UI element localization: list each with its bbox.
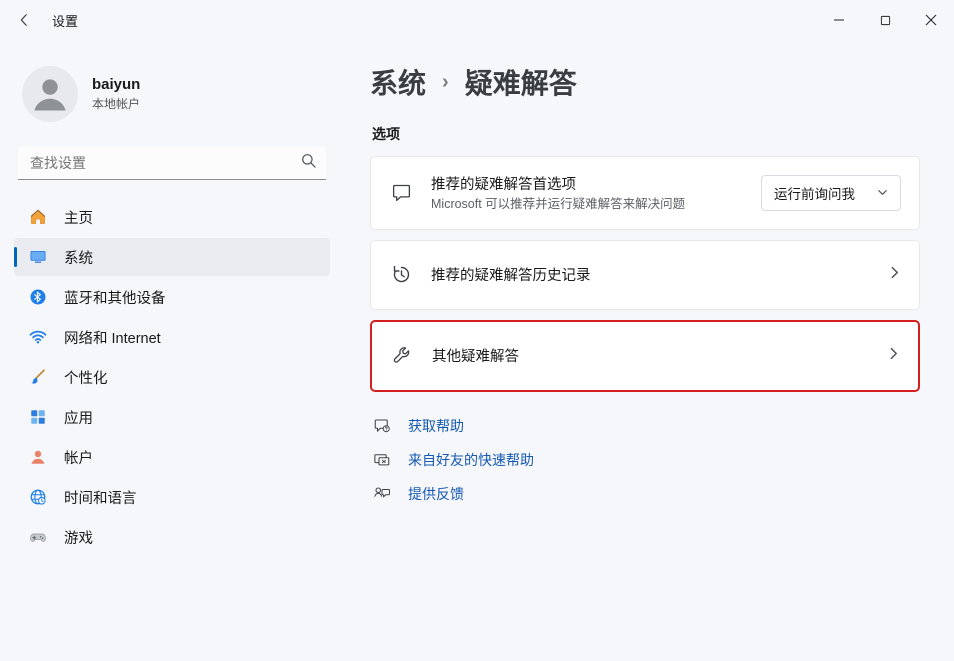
nav-label: 主页	[64, 207, 93, 228]
nav-label: 帐户	[64, 447, 93, 468]
help-icon	[372, 417, 392, 435]
card-desc: Microsoft 可以推荐并运行疑难解答来解决问题	[431, 196, 731, 213]
nav-apps[interactable]: 应用	[14, 398, 330, 436]
nav-label: 应用	[64, 407, 93, 428]
feedback-icon	[372, 485, 392, 503]
sidebar: baiyun 本地帐户 主页 系统 蓝牙和其他设备	[0, 40, 340, 661]
nav-home[interactable]: 主页	[14, 198, 330, 236]
brush-icon	[28, 368, 48, 386]
card-recommended-pref: 推荐的疑难解答首选项 Microsoft 可以推荐并运行疑难解答来解决问题 运行…	[370, 156, 920, 230]
nav-label: 蓝牙和其他设备	[64, 287, 166, 308]
search-icon	[301, 153, 316, 173]
nav-network[interactable]: 网络和 Internet	[14, 318, 330, 356]
search-input[interactable]	[18, 146, 326, 180]
quick-assist-icon	[372, 451, 392, 469]
profile-name: baiyun	[92, 76, 140, 93]
maximize-icon	[880, 15, 891, 26]
nav-list: 主页 系统 蓝牙和其他设备 网络和 Internet 个性化 应用	[14, 198, 330, 556]
close-icon	[925, 14, 937, 26]
maximize-button[interactable]	[862, 0, 908, 40]
link-text[interactable]: 提供反馈	[408, 484, 464, 504]
profile-subtitle: 本地帐户	[92, 95, 140, 112]
dropdown-value: 运行前询问我	[774, 183, 855, 203]
link-quick-assist[interactable]: 来自好友的快速帮助	[372, 450, 920, 470]
card-other-troubleshooters[interactable]: 其他疑难解答	[370, 320, 920, 392]
wrench-icon	[390, 345, 414, 366]
chevron-right-icon: ›	[442, 71, 449, 94]
nav-label: 游戏	[64, 527, 93, 548]
history-icon	[389, 264, 413, 285]
link-text[interactable]: 来自好友的快速帮助	[408, 450, 534, 470]
minimize-button[interactable]	[816, 0, 862, 40]
nav-label: 网络和 Internet	[64, 327, 161, 348]
chevron-right-icon	[887, 347, 900, 365]
gaming-icon	[28, 528, 48, 546]
section-label: 选项	[372, 124, 920, 144]
close-button[interactable]	[908, 0, 954, 40]
search-container	[18, 146, 326, 180]
wifi-icon	[28, 328, 48, 346]
chevron-down-icon	[877, 187, 888, 198]
link-text[interactable]: 获取帮助	[408, 416, 464, 436]
back-button[interactable]	[8, 4, 40, 36]
card-title: 推荐的疑难解答历史记录	[431, 264, 870, 285]
arrow-left-icon	[17, 13, 31, 27]
chevron-right-icon	[888, 266, 901, 284]
user-icon	[28, 72, 72, 116]
system-icon	[28, 248, 48, 266]
apps-icon	[28, 408, 48, 426]
nav-system[interactable]: 系统	[14, 238, 330, 276]
breadcrumb-leaf: 疑难解答	[465, 62, 577, 102]
chat-icon	[389, 182, 413, 203]
bluetooth-icon	[28, 288, 48, 306]
card-history[interactable]: 推荐的疑难解答历史记录	[370, 240, 920, 310]
nav-label: 系统	[64, 247, 93, 268]
breadcrumb-root[interactable]: 系统	[370, 62, 426, 102]
breadcrumb: 系统 › 疑难解答	[370, 40, 920, 120]
home-icon	[28, 208, 48, 226]
profile-block[interactable]: baiyun 本地帐户	[14, 52, 330, 140]
nav-gaming[interactable]: 游戏	[14, 518, 330, 556]
globe-icon	[28, 488, 48, 506]
card-title: 其他疑难解答	[432, 345, 869, 366]
nav-label: 时间和语言	[64, 487, 137, 508]
main-content: 系统 › 疑难解答 选项 推荐的疑难解答首选项 Microsoft 可以推荐并运…	[340, 40, 954, 661]
nav-time-language[interactable]: 时间和语言	[14, 478, 330, 516]
nav-accounts[interactable]: 帐户	[14, 438, 330, 476]
nav-personalization[interactable]: 个性化	[14, 358, 330, 396]
window-title: 设置	[52, 11, 78, 30]
preference-dropdown[interactable]: 运行前询问我	[761, 175, 901, 211]
account-icon	[28, 448, 48, 466]
link-feedback[interactable]: 提供反馈	[372, 484, 920, 504]
footer-links: 获取帮助 来自好友的快速帮助 提供反馈	[370, 416, 920, 504]
nav-label: 个性化	[64, 367, 108, 388]
card-title: 推荐的疑难解答首选项	[431, 173, 743, 194]
nav-bluetooth[interactable]: 蓝牙和其他设备	[14, 278, 330, 316]
avatar	[22, 66, 78, 122]
link-get-help[interactable]: 获取帮助	[372, 416, 920, 436]
minimize-icon	[833, 14, 845, 26]
